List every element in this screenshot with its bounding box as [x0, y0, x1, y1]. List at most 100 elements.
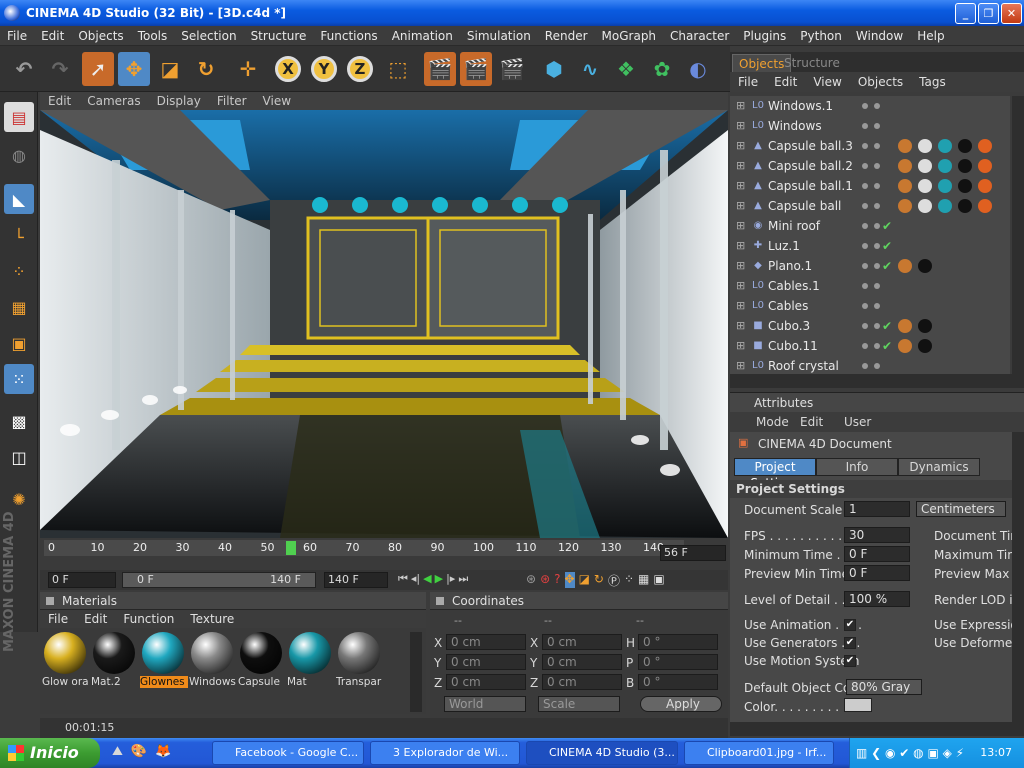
visibility-dot[interactable]	[862, 303, 868, 309]
record-icon[interactable]: ⊛	[526, 572, 536, 588]
goto-end-icon[interactable]: ⏭	[458, 572, 468, 588]
visibility-dot[interactable]	[874, 363, 880, 369]
tag-icon[interactable]	[978, 159, 992, 173]
z-axis-icon[interactable]: Z	[344, 52, 376, 86]
model-mode-icon[interactable]: ◣	[4, 184, 34, 214]
minimize-button[interactable]: _	[955, 3, 976, 24]
enabled-check-icon[interactable]: ✔	[882, 216, 892, 236]
autokey-icon[interactable]: ⊛	[540, 572, 550, 588]
spline-icon[interactable]: ∿	[574, 52, 606, 86]
quicklaunch-app1-icon[interactable]: ⛰	[112, 744, 123, 759]
tag-icon[interactable]	[978, 139, 992, 153]
fps-field[interactable]: 30	[844, 527, 910, 543]
scale-dropdown[interactable]: Scale	[538, 696, 620, 712]
lod-field[interactable]: 100 %	[844, 591, 910, 607]
object-axis-icon[interactable]: └	[4, 222, 34, 252]
enabled-check-icon[interactable]: ✔	[882, 256, 892, 276]
next-key-icon[interactable]: |▸	[446, 572, 455, 588]
menu-mograph[interactable]: MoGraph	[595, 29, 664, 43]
menu-render[interactable]: Render	[538, 29, 595, 43]
current-frame-field[interactable]: 56 F	[660, 545, 726, 561]
tag-icon[interactable]	[978, 179, 992, 193]
materials-menu-function[interactable]: Function	[115, 612, 182, 626]
frame-range-slider[interactable]: 0 F 140 F	[122, 572, 316, 588]
globe-icon[interactable]: ◍	[4, 140, 34, 170]
tag-icon[interactable]	[938, 139, 952, 153]
objects-hscrollbar[interactable]	[730, 374, 1024, 388]
maximize-button[interactable]: ❐	[978, 3, 999, 24]
coord-field[interactable]: 0 cm	[542, 634, 622, 650]
tag-icon[interactable]	[938, 159, 952, 173]
materials-menu-edit[interactable]: Edit	[76, 612, 115, 626]
expand-icon[interactable]: ⊞	[736, 216, 745, 236]
workplane-icon[interactable]: ◫	[4, 442, 34, 472]
visibility-dot[interactable]	[862, 123, 868, 129]
menu-plugins[interactable]: Plugins	[736, 29, 793, 43]
visibility-dot[interactable]	[862, 243, 868, 249]
key-rotation-icon[interactable]: ↻	[594, 572, 604, 588]
visibility-dot[interactable]	[862, 203, 868, 209]
tag-icon[interactable]	[938, 199, 952, 213]
expand-icon[interactable]: ⊞	[736, 116, 745, 136]
menu-animation[interactable]: Animation	[385, 29, 460, 43]
min-time-field[interactable]: 0 F	[844, 546, 910, 562]
nurbs-icon[interactable]: ❖	[610, 52, 642, 86]
object-row[interactable]: ⊞ ■ Cubo.11 ✔	[730, 336, 1010, 356]
objects-menu-objects[interactable]: Objects	[850, 75, 911, 89]
coord-field[interactable]: 0 cm	[542, 674, 622, 690]
end-frame-field[interactable]: 140 F	[324, 572, 388, 588]
task-cinema4d[interactable]: CINEMA 4D Studio (3...	[526, 741, 678, 765]
visibility-dot[interactable]	[874, 263, 880, 269]
viewport-menu-filter[interactable]: Filter	[209, 94, 255, 108]
x-axis-icon[interactable]: X	[272, 52, 304, 86]
play-backward-icon[interactable]: ◀	[423, 572, 431, 588]
objects-vscrollbar[interactable]	[1012, 96, 1024, 374]
key-scale-icon[interactable]: ◪	[579, 572, 590, 588]
menu-window[interactable]: Window	[849, 29, 910, 43]
material-swatch[interactable]: Capsule	[238, 630, 284, 688]
menu-tools[interactable]: Tools	[131, 29, 175, 43]
task-explorer[interactable]: 3 Explorador de Wi...	[370, 741, 520, 765]
visibility-dot[interactable]	[862, 143, 868, 149]
tag-icon[interactable]	[918, 139, 932, 153]
object-row[interactable]: ⊞ ◆ Plano.1 ✔	[730, 256, 1010, 276]
tab-dynamics[interactable]: Dynamics	[898, 458, 980, 476]
visibility-dot[interactable]	[874, 163, 880, 169]
visibility-dot[interactable]	[862, 283, 868, 289]
viewport-menu-display[interactable]: Display	[149, 94, 209, 108]
visibility-dot[interactable]	[862, 183, 868, 189]
expand-icon[interactable]: ⊞	[736, 236, 745, 256]
coord-field[interactable]: 0 °	[638, 674, 718, 690]
key-param-icon[interactable]: Ⓟ	[608, 572, 620, 588]
coordinate-system-icon[interactable]: ⬚	[382, 52, 414, 86]
goto-start-icon[interactable]: ⏮	[398, 572, 408, 588]
rotate-icon[interactable]: ↻	[190, 52, 222, 86]
materials-menu-file[interactable]: File	[40, 612, 76, 626]
tab-project-settings[interactable]: Project Settings	[734, 458, 816, 490]
coord-field[interactable]: 0 cm	[542, 654, 622, 670]
tray-icons[interactable]: ▥ ❮ ◉ ✔ ◍ ▣ ◈ ⚡	[856, 738, 964, 768]
render-settings-icon[interactable]: 🎬	[496, 52, 528, 86]
close-button[interactable]: ✕	[1001, 3, 1022, 24]
undo-icon[interactable]: ↶	[8, 52, 40, 86]
visibility-dot[interactable]	[874, 143, 880, 149]
visibility-dot[interactable]	[862, 263, 868, 269]
tag-icon[interactable]	[978, 199, 992, 213]
coord-field[interactable]: 0 °	[638, 654, 718, 670]
material-swatch[interactable]: Glownes	[140, 630, 188, 688]
tab-info[interactable]: Info	[816, 458, 898, 476]
cube-primitive-icon[interactable]: ⬢	[538, 52, 570, 86]
tag-icon[interactable]	[918, 179, 932, 193]
material-swatch[interactable]: Glow ora	[42, 630, 89, 688]
edges-mode-icon[interactable]: ▦	[4, 292, 34, 322]
tag-icon[interactable]	[898, 139, 912, 153]
viewport-menu-view[interactable]: View	[255, 94, 299, 108]
render-picture-viewer-icon[interactable]: 🎬	[460, 52, 492, 86]
visibility-dot[interactable]	[874, 243, 880, 249]
enabled-check-icon[interactable]: ✔	[882, 316, 892, 336]
tag-icon[interactable]	[898, 199, 912, 213]
menu-help[interactable]: Help	[910, 29, 951, 43]
visibility-dot[interactable]	[874, 183, 880, 189]
visibility-dot[interactable]	[862, 163, 868, 169]
objects-menu-tags[interactable]: Tags	[911, 75, 954, 89]
